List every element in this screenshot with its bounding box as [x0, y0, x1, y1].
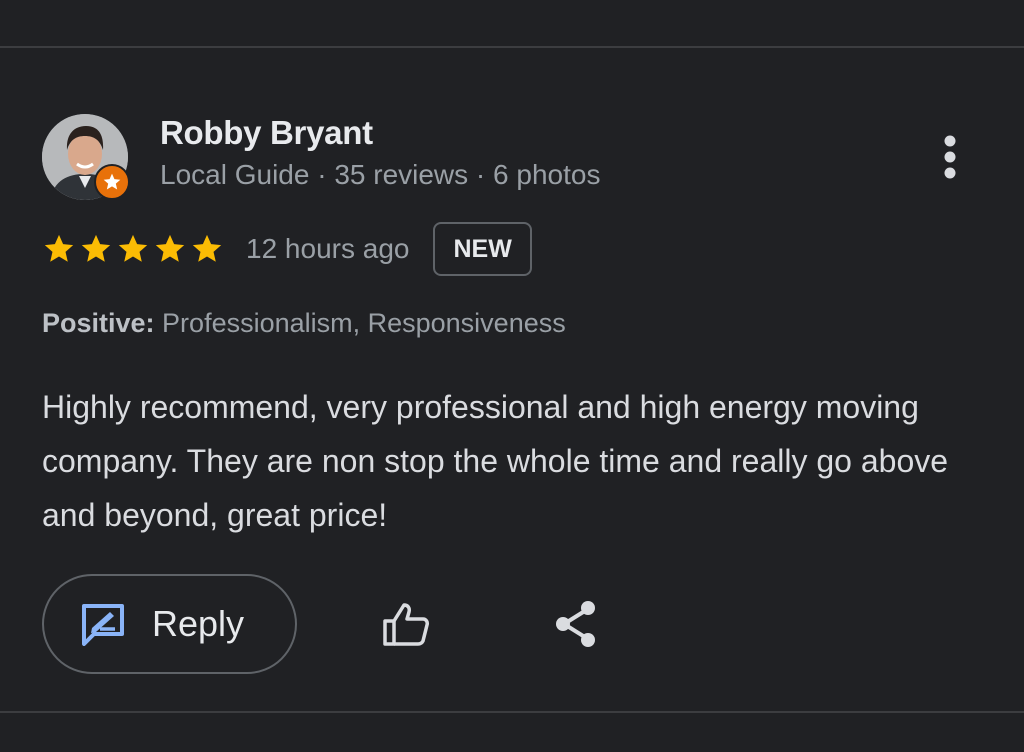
review-card: Robby Bryant Local Guide · 35 reviews · …: [0, 0, 1024, 752]
share-button[interactable]: [548, 596, 604, 652]
rating-row: 12 hours ago NEW: [42, 220, 532, 278]
local-guide-star-icon: [94, 164, 130, 200]
reply-icon: [82, 604, 124, 646]
positive-values: Professionalism, Responsiveness: [154, 308, 566, 338]
review-time: 12 hours ago: [246, 233, 410, 264]
reviewer-name[interactable]: Robby Bryant: [160, 114, 373, 152]
reply-label: Reply: [152, 603, 245, 644]
star-icon: [192, 234, 222, 262]
new-badge: NEW: [433, 222, 532, 276]
avatar[interactable]: [42, 114, 130, 200]
star-icon: [44, 234, 74, 262]
star-icon: [118, 234, 148, 262]
reviewer-meta[interactable]: Local Guide · 35 reviews · 6 photos: [160, 159, 600, 191]
reply-button[interactable]: Reply: [42, 574, 297, 674]
bottom-divider: [0, 711, 1024, 713]
review-text: Highly recommend, very professional and …: [42, 389, 949, 533]
star-icon: [81, 234, 111, 262]
positive-label: Positive:: [42, 308, 155, 338]
more-vert-icon: [944, 135, 956, 179]
share-icon: [556, 601, 595, 647]
star-rating: [42, 232, 224, 266]
thumbs-up-icon: [383, 603, 429, 646]
star-icon: [155, 234, 185, 262]
top-divider: [0, 46, 1024, 48]
like-button[interactable]: [378, 596, 434, 652]
more-options-button[interactable]: [930, 130, 970, 184]
positive-attributes: Positive: Professionalism, Responsivenes…: [42, 308, 566, 339]
